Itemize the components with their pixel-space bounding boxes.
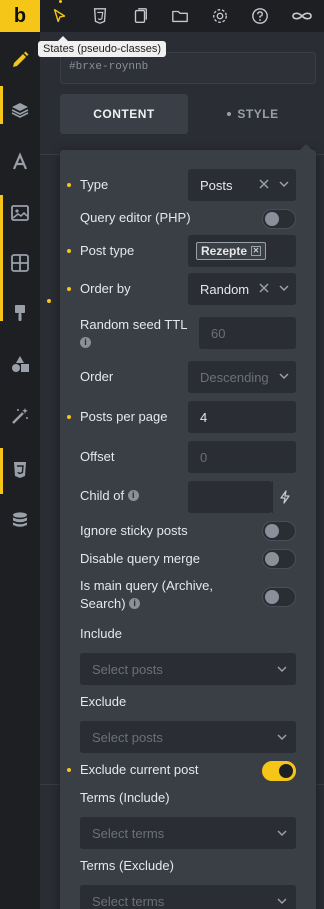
pointer-icon[interactable] <box>50 6 70 26</box>
info-icon[interactable]: i <box>129 598 141 609</box>
query-type-value: Posts <box>200 177 233 193</box>
changed-indicator <box>67 415 71 419</box>
terms-exclude-select[interactable]: Select terms <box>80 885 296 909</box>
query-editor-label: Query editor (PHP) <box>80 210 191 225</box>
typography-icon[interactable] <box>0 144 40 180</box>
query-editor-toggle[interactable] <box>262 209 296 229</box>
shapes-icon[interactable] <box>0 346 40 382</box>
exclude-current-label: Exclude current post <box>80 762 199 777</box>
include-placeholder: Select posts <box>92 661 163 677</box>
chevron-down-icon <box>277 830 287 837</box>
chevron-down-icon <box>279 181 289 188</box>
terms-exclude-placeholder: Select terms <box>92 893 165 909</box>
help-icon[interactable] <box>250 6 270 26</box>
bricks-logo[interactable]: b <box>0 0 40 32</box>
exclude-label: Exclude <box>80 694 127 709</box>
chevron-down-icon <box>277 666 287 673</box>
order-value: Descending <box>200 369 269 385</box>
folder-icon[interactable] <box>170 6 190 26</box>
clear-icon[interactable] <box>258 282 270 294</box>
changed-indicator <box>67 768 71 772</box>
terms-include-select[interactable]: Select terms <box>80 817 296 849</box>
child-of-label: Child of i <box>80 487 139 505</box>
post-type-tag-label: Rezepte <box>201 244 248 258</box>
database-icon[interactable] <box>0 502 40 538</box>
order-select[interactable]: Descending <box>188 361 296 393</box>
disable-merge-toggle[interactable] <box>262 549 296 569</box>
posts-per-page-label: Posts per page <box>80 409 168 424</box>
dynamic-data-button[interactable] <box>272 481 296 513</box>
infinity-icon[interactable] <box>290 6 314 26</box>
post-type-tag[interactable]: Rezepte ✕ <box>196 242 267 260</box>
query-type-select[interactable]: Posts <box>188 169 296 201</box>
info-icon[interactable]: i <box>127 490 139 501</box>
offset-input[interactable]: 0 <box>188 441 296 473</box>
top-toolbar: b <box>0 0 324 32</box>
query-type-label: Type <box>80 177 109 192</box>
chevron-down-icon <box>279 285 289 292</box>
child-of-input[interactable] <box>188 481 272 513</box>
include-label: Include <box>80 626 122 641</box>
random-seed-label: Random seed TTL i <box>80 317 188 348</box>
main-query-toggle[interactable] <box>262 587 296 607</box>
exclude-select[interactable]: Select posts <box>80 721 296 753</box>
random-seed-input[interactable]: 60 <box>199 317 296 349</box>
query-settings-popup: Type Posts Query editor (PHP) Post type … <box>60 144 316 909</box>
include-select[interactable]: Select posts <box>80 653 296 685</box>
disable-merge-label: Disable query merge <box>80 551 200 566</box>
remove-tag-icon[interactable]: ✕ <box>251 246 262 256</box>
order-by-value: Random <box>200 281 250 297</box>
exclude-current-toggle[interactable] <box>262 761 296 781</box>
terms-include-placeholder: Select terms <box>92 825 165 841</box>
tab-style-label: STYLE <box>237 107 279 121</box>
order-by-label: Order by <box>80 281 131 296</box>
bolt-icon <box>279 490 290 504</box>
magic-wand-icon[interactable] <box>0 398 40 434</box>
offset-label: Offset <box>80 449 115 464</box>
exclude-placeholder: Select posts <box>92 729 163 745</box>
gear-icon[interactable] <box>210 6 230 26</box>
style-indicator-dot <box>227 112 232 116</box>
chevron-down-icon <box>277 734 287 741</box>
chevron-down-icon <box>279 373 289 380</box>
layers-icon[interactable] <box>0 92 40 128</box>
info-icon[interactable]: i <box>80 337 91 348</box>
ignore-sticky-label: Ignore sticky posts <box>80 523 188 538</box>
post-type-label: Post type <box>80 243 135 258</box>
states-indicator-dot <box>59 0 62 3</box>
clear-icon[interactable] <box>258 178 270 190</box>
brush-icon[interactable] <box>0 295 40 331</box>
posts-per-page-input[interactable]: 4 <box>188 401 296 433</box>
pages-icon[interactable] <box>130 6 150 26</box>
css3-icon[interactable] <box>0 452 40 488</box>
order-by-select[interactable]: Random <box>188 273 296 305</box>
setting-indicator-dot <box>47 299 51 303</box>
changed-indicator <box>67 183 71 187</box>
left-sidebar <box>0 32 40 909</box>
tab-style[interactable]: STYLE <box>190 94 316 134</box>
css3-icon[interactable] <box>90 6 110 26</box>
changed-indicator <box>67 249 71 253</box>
states-tooltip: States (pseudo-classes) <box>38 36 166 57</box>
ignore-sticky-toggle[interactable] <box>262 521 296 541</box>
chevron-down-icon <box>277 898 287 905</box>
image-icon[interactable] <box>0 195 40 231</box>
main-query-label: Is main query (Archive, Search) i <box>80 578 213 611</box>
terms-exclude-label: Terms (Exclude) <box>80 858 174 873</box>
order-label: Order <box>80 369 114 384</box>
changed-indicator <box>67 287 71 291</box>
layout-icon[interactable] <box>0 245 40 281</box>
tab-content[interactable]: CONTENT <box>60 94 188 134</box>
terms-include-label: Terms (Include) <box>80 790 170 805</box>
pencil-icon[interactable] <box>0 42 40 78</box>
